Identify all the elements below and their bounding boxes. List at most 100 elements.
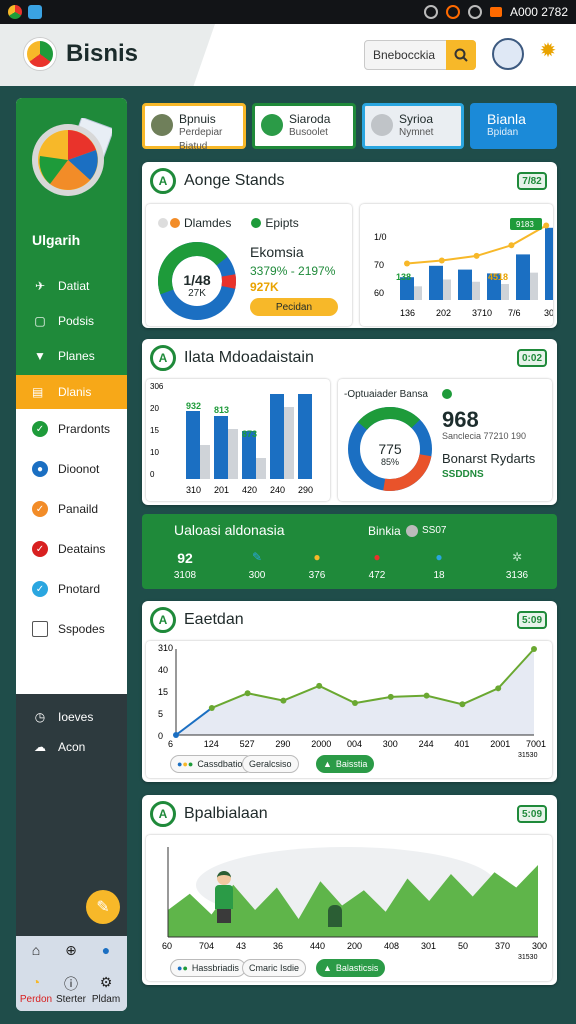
sidebar-item-label: Deatains — [58, 542, 106, 556]
cloud-icon: ☁ — [34, 740, 46, 754]
sidebar-item-deatains[interactable]: ✓ Deatains — [16, 529, 127, 569]
bottom-nav-label: Sterter — [55, 994, 86, 1005]
brand-logo[interactable] — [24, 38, 56, 70]
trend-point — [404, 260, 410, 267]
line-chart-panel: 310 40 15 5 0 6 124 527 290 2000 004 300 244 401 2001 7… — [146, 641, 552, 778]
card-icon: A — [150, 345, 176, 371]
status-dot — [442, 389, 452, 399]
data-label: 4518 — [488, 272, 508, 282]
bottom-nav-sterter[interactable]: ⓘ Sterter — [53, 974, 89, 1005]
x-tick-label: 401 — [454, 739, 469, 749]
chip-label: Balasticsis — [335, 963, 379, 973]
sidebar-item-label: Prardonts — [58, 422, 111, 436]
card-ilata: A Ilata Mdoadaistain 0:02 306 20 15 10 0 932 81… — [142, 339, 557, 505]
sub-value: Sanclecia 77210 190 — [442, 431, 527, 441]
folder-icon: ▤ — [32, 385, 44, 399]
bottom-nav-perdon[interactable]: ◔ Perdon — [18, 974, 54, 1005]
bar-gray — [472, 281, 480, 300]
card-badge[interactable]: 0:02 — [517, 349, 547, 367]
triangle-icon: ▼ — [34, 348, 46, 363]
pie-chart-icon — [32, 118, 112, 196]
donut-center: 775 — [378, 441, 402, 457]
lamp-icon: ◔ — [31, 974, 41, 990]
settings-gear-icon[interactable]: ✹ — [532, 38, 564, 74]
sidebar-item-sspodes[interactable]: Sspodes — [16, 609, 127, 649]
tab-icon — [151, 114, 173, 136]
bar-gray — [256, 458, 266, 479]
sidebar-item-pnotard[interactable]: ✓ Pnotard — [16, 569, 127, 609]
x-tick-label: 420 — [242, 485, 257, 495]
trend-point — [473, 252, 480, 259]
data-label: 813 — [214, 405, 229, 415]
sidebar-item-label: Pnotard — [58, 582, 101, 596]
tab-label: Bpnuis — [179, 112, 216, 126]
compass-icon[interactable]: ⊕ — [53, 942, 89, 962]
toggle-icon[interactable] — [406, 525, 418, 537]
sidebar-item-podsis[interactable]: ▢ Podsis — [16, 303, 127, 338]
legend-chip-active[interactable]: ▲ Balasticsis — [316, 959, 386, 977]
gear-icon: ⚙ — [99, 974, 113, 990]
card-badge[interactable]: 5:09 — [517, 805, 547, 823]
info-icon: ⓘ — [64, 976, 78, 992]
sidebar-item-acon[interactable]: ☁ Acon — [16, 732, 127, 762]
avatar[interactable] — [492, 38, 524, 70]
sidebar-item-dioonot[interactable]: ● Dioonot — [16, 449, 127, 489]
legend-chip[interactable]: Cmaric Isdie — [242, 959, 307, 977]
summary-strip: Ualoasi aldonasia Binkia SS07 92 3108 ✎ 30… — [142, 514, 557, 589]
legend-label: Dlamdes — [184, 216, 232, 230]
tab-label: Bianla — [487, 111, 526, 127]
tab-bpnuis[interactable]: Bpnuis Perdepiar Biatud — [142, 103, 246, 152]
series-point — [531, 646, 537, 652]
box-icon: ▢ — [34, 313, 46, 328]
series-point — [423, 692, 430, 699]
mini-badge: 9183 — [516, 220, 534, 229]
tab-bianla[interactable]: Bianla Bpidan — [470, 103, 557, 149]
y-tick-label: 70 — [374, 260, 384, 270]
card-eaetdan: A Eaetdan 5:09 310 40 15 5 0 6 124 527 290 2000 004… — [142, 601, 557, 782]
tab-sub: Nymnet — [399, 127, 434, 138]
card-badge[interactable]: 5:09 — [517, 611, 547, 629]
tab-icon — [371, 114, 393, 136]
gear-icon: ✲ — [511, 550, 523, 564]
alert-icon — [445, 5, 460, 19]
dot-icon: ● — [313, 550, 321, 564]
series-point — [244, 690, 251, 697]
bar-blue — [298, 394, 312, 479]
legend-chip[interactable]: Geralcsiso — [242, 755, 299, 773]
edit-fab-button[interactable]: ✎ — [86, 890, 120, 924]
x-tick-label: 527 — [240, 739, 255, 749]
badge-icon — [489, 7, 502, 17]
y-tick-label: 5 — [158, 709, 163, 719]
tab-label: Siaroda — [289, 112, 331, 126]
combo-chart-panel: 1/0 70 60 136 202 3710 7/6 300 138 4518 9183 — [360, 204, 567, 326]
tab-syrioa[interactable]: Syrioa Nymnet — [362, 103, 464, 149]
check-icon: ✓ — [32, 421, 48, 437]
caption-sub: SSDDNS — [442, 469, 484, 480]
pecidan-button[interactable]: Pecidan — [250, 298, 338, 316]
home-icon[interactable]: ⌂ — [18, 942, 54, 962]
sidebar-item-planes[interactable]: ▼ Planes — [16, 338, 127, 373]
bottom-nav-pldam[interactable]: ⚙ Pldam — [88, 974, 124, 1005]
pencil-icon: ✎ — [96, 899, 110, 916]
sidebar-item-dlanis[interactable]: ▤ Dlanis — [16, 375, 127, 409]
legend-chip-active[interactable]: ▲ Baisstia — [316, 755, 375, 773]
bar-blue — [186, 411, 200, 479]
tab-siaroda[interactable]: Siaroda Busoolet — [252, 103, 356, 149]
headline: Ekomsia — [250, 244, 304, 260]
y-tick-label: 310 — [158, 643, 173, 653]
sidebar-item-datiat[interactable]: ✈ Datiat — [16, 268, 127, 303]
sidebar-item-ioeves[interactable]: ◷ Ioeves — [16, 702, 127, 732]
data-label: 873 — [242, 429, 257, 439]
sidebar-item-prardonts[interactable]: ✓ Prardonts — [16, 409, 127, 449]
series-point — [316, 682, 323, 689]
globe-icon[interactable]: ● — [88, 942, 124, 962]
x-tick-label: 004 — [347, 739, 362, 749]
donut-center-sub: 85% — [380, 457, 399, 467]
sidebar-item-panaild[interactable]: ✓ Panaild — [16, 489, 127, 529]
bar-blue — [214, 416, 228, 479]
legend-chip[interactable]: ● ● Hassbriadis — [170, 959, 246, 977]
card-bpalbialaan: A Bpalbialaan 5:09 60 704 43 36 440 200 408 301 5… — [142, 795, 557, 985]
donut-panel-2: -Optuaiader Bansa 775 85% 968 Sanclecia … — [338, 379, 552, 501]
card-badge[interactable]: 7/82 — [517, 172, 547, 190]
search-button[interactable] — [446, 40, 476, 70]
